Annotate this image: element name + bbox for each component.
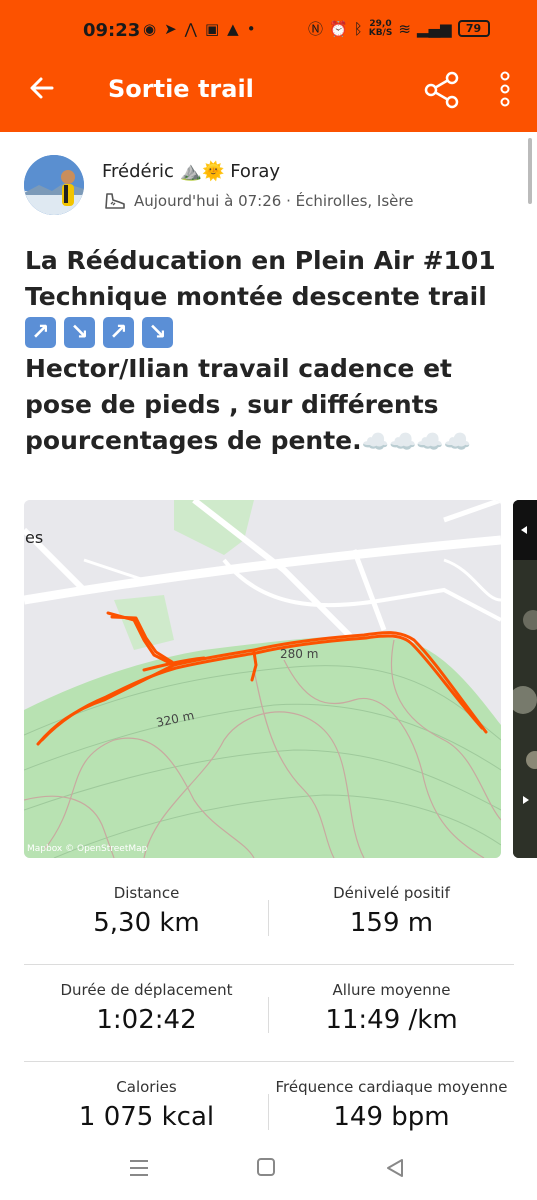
more-vertical-icon (500, 71, 510, 107)
battery-indicator: 79 (457, 20, 490, 37)
arrow-down-right-icon: ↘ (64, 317, 95, 348)
signal-icon: ▂▄▆ (416, 19, 452, 38)
stat-value: 159 m (349, 908, 434, 938)
map-elevation-label-280: 280 m (280, 647, 319, 661)
stats-row: Durée de déplacement 1:02:42 Allure moye… (24, 965, 514, 1062)
athlete-emoji: ⛰️🌞 (179, 161, 225, 182)
more-options-button[interactable] (493, 70, 517, 110)
athlete-avatar[interactable] (24, 155, 84, 215)
desc-line-3-text: pourcentages de pente. (25, 426, 362, 455)
map-attribution: Mapbox © OpenStreetMap (27, 844, 148, 854)
page-title: Sortie trail (108, 75, 254, 103)
stat-average-pace: Allure moyenne 11:49 /km (269, 965, 514, 1035)
arrow-emojis: ↗ ↘ ↗ ↘ (25, 317, 520, 351)
arrow-down-right-icon: ↘ (142, 317, 173, 348)
arrow-up-right-icon: ↗ (103, 317, 134, 348)
triangle-back-icon (387, 1159, 403, 1177)
stat-label: Calories (116, 1078, 177, 1096)
photo-preview (513, 500, 537, 858)
stat-distance: Distance 5,30 km (24, 868, 269, 938)
stat-value: 5,30 km (93, 908, 200, 938)
avatar-photo (24, 155, 84, 215)
desc-line-3: pourcentages de pente.☁️☁️☁️☁️ (25, 423, 520, 461)
map-canvas (24, 500, 501, 858)
strava-icon: ⋀ (184, 20, 197, 38)
system-back-button[interactable] (384, 1157, 406, 1179)
app-bar: Sortie trail (0, 48, 537, 132)
arrow-left-icon (30, 77, 54, 99)
scrollbar[interactable] (528, 138, 532, 204)
bluetooth-icon: ᛒ (353, 19, 363, 38)
stat-average-heart-rate: Fréquence cardiaque moyenne 149 bpm (269, 1062, 514, 1132)
telegram-icon: ➤ (164, 20, 177, 38)
desc-line-2: pose de pieds , sur différents (25, 390, 439, 419)
activity-photo-thumbnail[interactable] (513, 500, 537, 858)
recent-apps-button[interactable] (128, 1158, 150, 1178)
cloud-emojis: ☁️☁️☁️☁️ (361, 430, 472, 455)
title-line-1: La Rééducation en Plein Air #101 (25, 246, 496, 275)
activity-meta: Aujourd'hui à 07:26 · Échirolles, Isère (104, 191, 413, 211)
running-shoe-icon (105, 193, 125, 209)
alarm-icon: ⏰ (329, 19, 348, 38)
route-map[interactable]: es 280 m 320 m Mapbox © OpenStreetMap (24, 500, 501, 858)
wifi-icon: ≋ (398, 19, 411, 38)
stat-elevation-gain: Dénivelé positif 159 m (269, 868, 514, 938)
arrow-up-right-icon: ↗ (25, 317, 56, 348)
menu-icon (130, 1160, 148, 1176)
desc-line-1: Hector/Ilian travail cadence et (25, 354, 452, 383)
share-icon (424, 71, 459, 109)
dot-icon: • (246, 20, 256, 38)
stat-label: Distance (113, 884, 180, 902)
stat-value: 149 bpm (333, 1102, 450, 1132)
system-nav-bar (0, 1140, 537, 1200)
stat-label: Dénivelé positif (333, 884, 450, 902)
stat-label: Allure moyenne (332, 981, 451, 999)
stat-value: 1:02:42 (96, 1005, 197, 1035)
status-bar: 09:23 ◉ ➤ ⋀ ▣ ▲ • Ⓝ ⏰ ᛒ 29,0 KB/S ≋ ▂▄▆ … (0, 0, 537, 48)
stat-value: 11:49 /km (325, 1005, 458, 1035)
nfc-icon: Ⓝ (308, 20, 324, 38)
app-notification-icon: ▣ (204, 20, 220, 38)
notification-icons: ◉ ➤ ⋀ ▣ ▲ • (143, 20, 256, 38)
network-speed-unit: KB/S (368, 27, 393, 38)
drive-icon: ▲ (227, 20, 239, 38)
home-button[interactable] (257, 1158, 275, 1176)
activity-stats: Distance 5,30 km Dénivelé positif 159 m … (24, 868, 514, 1158)
back-button[interactable] (26, 72, 58, 104)
stat-label: Fréquence cardiaque moyenne (275, 1078, 508, 1096)
athlete-first-name: Frédéric (102, 161, 174, 182)
activity-description: La Rééducation en Plein Air #101 Techniq… (25, 243, 520, 461)
system-icons: Ⓝ ⏰ ᛒ 29,0 KB/S ≋ ▂▄▆ 79 (308, 18, 490, 39)
network-speed: 29,0 KB/S (368, 19, 393, 38)
stat-label: Durée de déplacement (60, 981, 233, 999)
title-line-2: Technique montée descente trail (25, 282, 487, 311)
stat-calories: Calories 1 075 kcal (24, 1062, 269, 1132)
athlete-last-name: Foray (230, 161, 281, 182)
stats-row: Distance 5,30 km Dénivelé positif 159 m (24, 868, 514, 965)
status-time: 09:23 (83, 20, 141, 41)
stat-value: 1 075 kcal (78, 1102, 215, 1132)
share-button[interactable] (422, 70, 462, 110)
activity-date-location: Aujourd'hui à 07:26 · Échirolles, Isère (134, 192, 414, 210)
map-place-label: es (25, 528, 44, 547)
stat-moving-time: Durée de déplacement 1:02:42 (24, 965, 269, 1035)
athlete-name[interactable]: Frédéric ⛰️🌞 Foray (102, 161, 280, 182)
discord-icon: ◉ (143, 20, 157, 38)
